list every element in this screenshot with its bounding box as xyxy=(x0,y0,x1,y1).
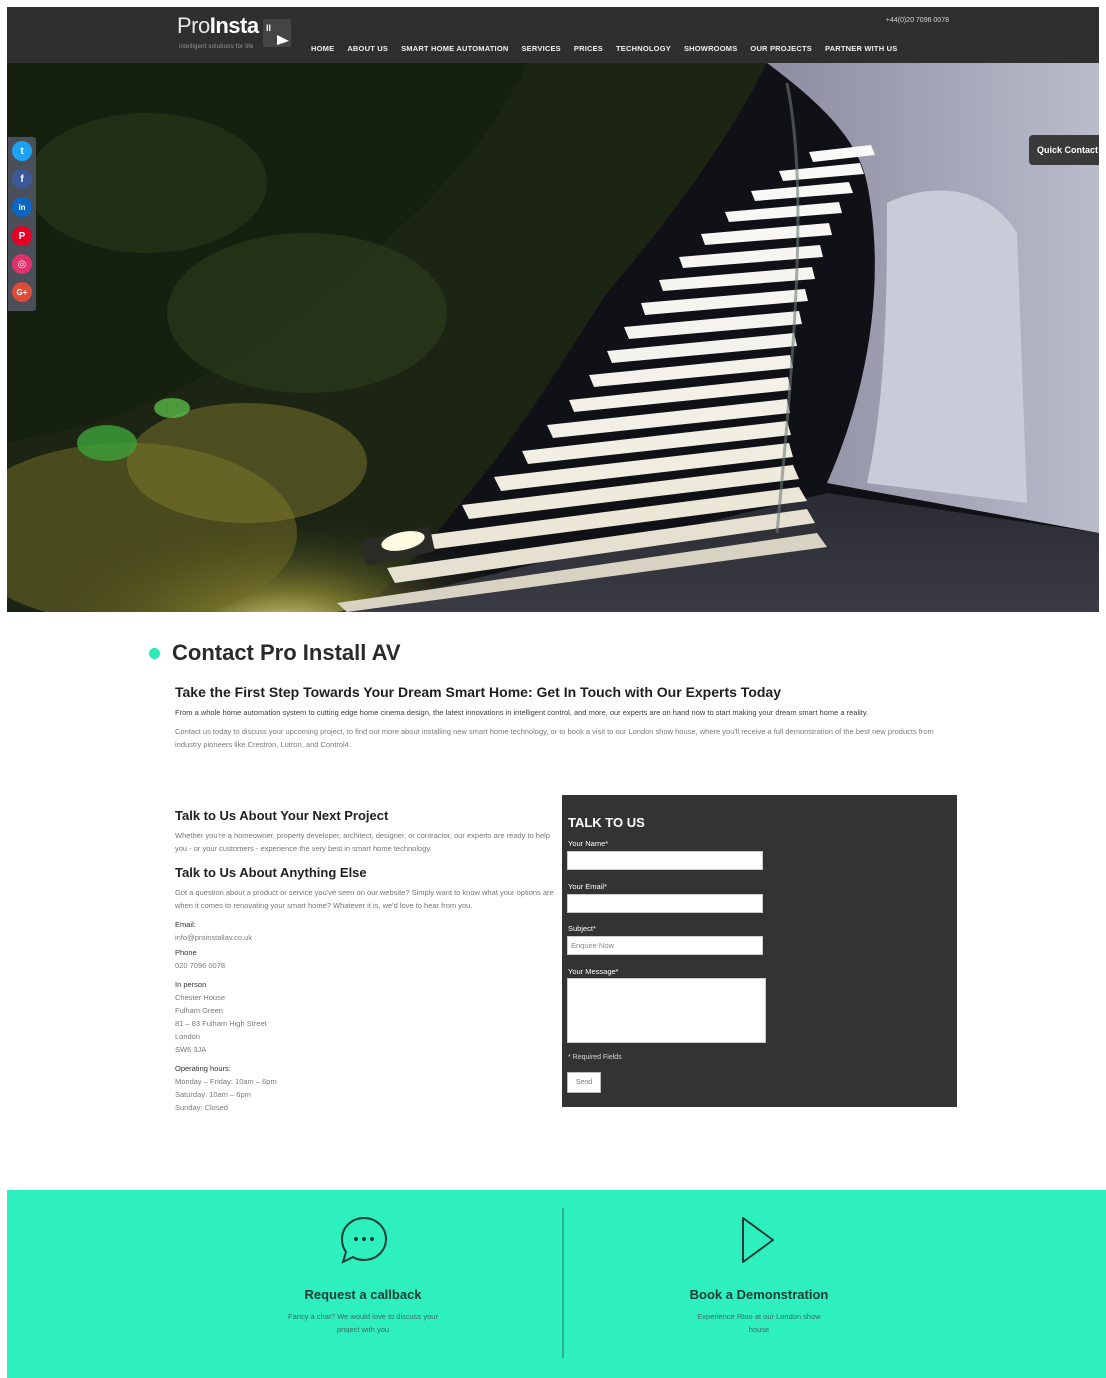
address-block: In person Chester House Fulham Green 81 … xyxy=(175,978,555,1056)
email-block: Email: info@proinstallav.co.uk xyxy=(175,918,555,944)
logo-text-light: Pro xyxy=(177,13,210,38)
email-link[interactable]: info@proinstallav.co.uk xyxy=(175,931,555,944)
instagram-icon[interactable]: ◎ xyxy=(12,254,32,274)
hours-label: Operating hours: xyxy=(175,1064,231,1073)
cta-divider xyxy=(562,1208,564,1358)
project-text: Whether you're a homeowner, property dev… xyxy=(175,831,550,853)
hours-line: Sunday: Closed xyxy=(175,1103,228,1112)
quick-contact-tab[interactable]: Quick Contact xyxy=(1029,135,1099,165)
required-fields-note: * Required Fields xyxy=(568,1054,622,1061)
nav-item-prices[interactable]: PRICES xyxy=(574,44,603,53)
message-textarea[interactable] xyxy=(567,978,766,1043)
anything-else-heading: Talk to Us About Anything Else xyxy=(175,865,367,880)
facebook-icon[interactable]: f xyxy=(12,169,32,189)
address-line: SW6 3JA xyxy=(175,1045,207,1054)
name-label: Your Name* xyxy=(568,839,609,848)
twitter-icon[interactable]: t xyxy=(12,141,32,161)
intro-paragraph-1: From a whole home automation system to c… xyxy=(175,708,869,717)
name-input[interactable] xyxy=(567,851,763,870)
form-title: TALK TO US xyxy=(568,815,645,830)
cta-band: Request a callback Fancy a chat? We woul… xyxy=(7,1190,1106,1378)
illuminated-staircase-illustration xyxy=(7,63,1099,612)
chat-bubble-icon xyxy=(340,1216,388,1264)
project-heading: Talk to Us About Your Next Project xyxy=(175,808,389,823)
address-line: 81 – 83 Fulham High Street xyxy=(175,1019,267,1028)
address-line: London xyxy=(175,1032,201,1041)
nav-item-home[interactable]: HOME xyxy=(311,44,334,53)
nav-item-partner-with-us[interactable]: PARTNER WITH US xyxy=(825,44,897,53)
linkedin-icon[interactable]: in xyxy=(12,197,32,217)
page-title: Contact Pro Install AV xyxy=(172,640,401,665)
nav-item-about-us[interactable]: ABOUT US xyxy=(347,44,388,53)
nav-item-our-projects[interactable]: OUR PROJECTS xyxy=(750,44,812,53)
social-share-bar: t f in P ◎ G+ xyxy=(8,137,36,311)
logo-av-mark-icon: ll xyxy=(263,19,291,47)
demo-title[interactable]: Book a Demonstration xyxy=(634,1287,884,1302)
send-button[interactable]: Send xyxy=(567,1072,601,1093)
callback-text: Fancy a chat? We would love to discuss y… xyxy=(288,1312,438,1334)
callback-title[interactable]: Request a callback xyxy=(238,1287,488,1302)
email-label: Email: xyxy=(175,920,196,929)
hours-line: Monday – Friday: 10am – 6pm xyxy=(175,1077,277,1086)
message-label: Your Message* xyxy=(568,967,619,976)
email-input[interactable] xyxy=(567,894,763,913)
phone-block: Phone 020 7096 0078 xyxy=(175,946,555,972)
play-triangle-icon xyxy=(742,1217,774,1263)
phone-label: Phone xyxy=(175,948,197,957)
hours-line: Saturday: 10am – 6pm xyxy=(175,1090,251,1099)
header-phone[interactable]: +44(0)20 7096 0078 xyxy=(886,17,949,24)
logo-text-bold: Insta xyxy=(209,13,259,38)
email-label: Your Email* xyxy=(568,882,607,891)
intro-paragraph-2: Contact us today to discuss your upcomin… xyxy=(175,727,934,749)
nav-item-technology[interactable]: TECHNOLOGY xyxy=(616,44,671,53)
address-line: Fulham Green xyxy=(175,1006,223,1015)
hero-image xyxy=(7,63,1099,612)
address-line: Chester House xyxy=(175,993,226,1002)
demo-text: Experience Rtoo at our London show house xyxy=(697,1312,821,1334)
nav-item-services[interactable]: SERVICES xyxy=(521,44,560,53)
logo-tagline: intelligent solutions for life xyxy=(179,44,254,50)
pinterest-icon[interactable]: P xyxy=(12,226,32,246)
intro-heading: Take the First Step Towards Your Dream S… xyxy=(175,684,781,700)
site-header: ProInsta intelligent solutions for life … xyxy=(7,7,1099,63)
subject-input[interactable]: Enquire Now xyxy=(567,936,763,955)
contact-info-column: Talk to Us About Your Next Project Wheth… xyxy=(175,808,555,1120)
nav-item-showrooms[interactable]: SHOWROOMS xyxy=(684,44,737,53)
phone-link[interactable]: 020 7096 0078 xyxy=(175,959,555,972)
title-bullet-icon xyxy=(149,647,160,659)
subject-label: Subject* xyxy=(568,924,596,933)
google-plus-icon[interactable]: G+ xyxy=(12,282,32,302)
hours-block: Operating hours: Monday – Friday: 10am –… xyxy=(175,1062,555,1114)
site-logo[interactable]: ProInsta intelligent solutions for life … xyxy=(177,13,297,55)
svg-text:ll: ll xyxy=(266,23,271,33)
in-person-label: In person xyxy=(175,980,207,989)
nav-item-smart-home-automation[interactable]: SMART HOME AUTOMATION xyxy=(401,44,508,53)
anything-else-text: Got a question about a product or servic… xyxy=(175,888,554,910)
page-title-row: Contact Pro Install AV xyxy=(149,640,401,666)
main-nav: HOME ABOUT US SMART HOME AUTOMATION SERV… xyxy=(311,44,897,53)
intro-section: Take the First Step Towards Your Dream S… xyxy=(175,684,935,757)
contact-form: TALK TO US Your Name* Your Email* Subjec… xyxy=(562,795,957,1107)
